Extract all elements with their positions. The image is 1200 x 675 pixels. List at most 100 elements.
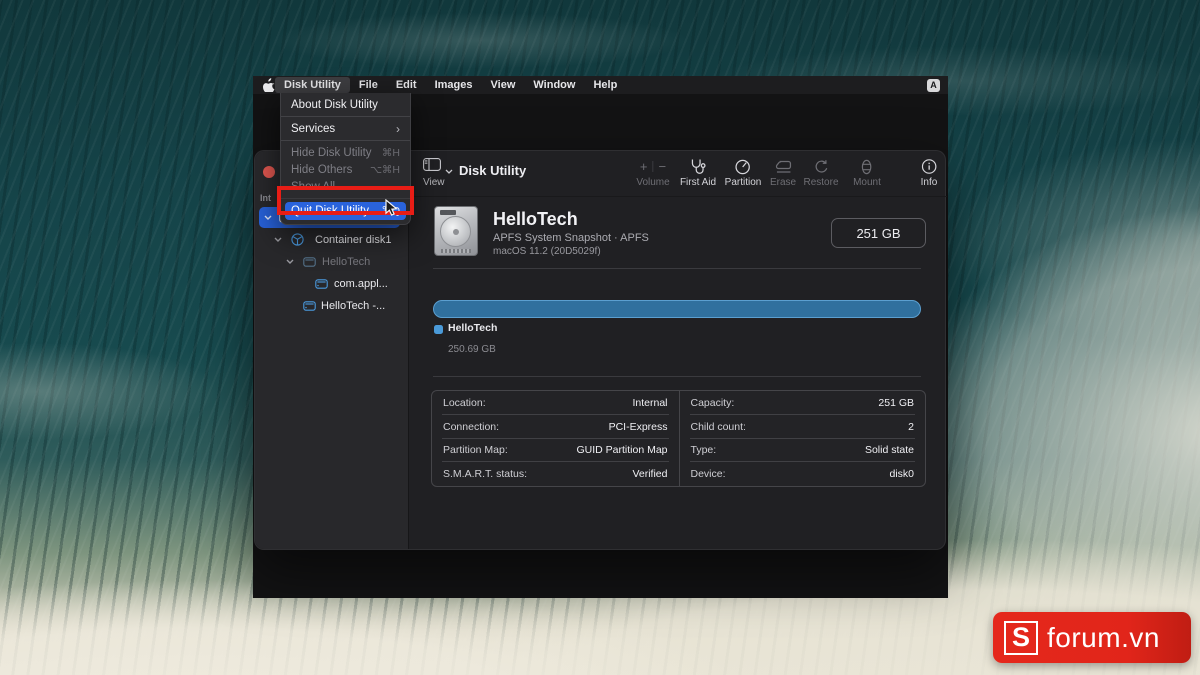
- view-button-label: View: [423, 177, 445, 188]
- hard-drive-image: [434, 206, 478, 256]
- sidebar-item-hellotech-data[interactable]: HelloTech -...: [259, 295, 400, 316]
- disk-details-table: Location: Internal Connection: PCI-Expre…: [431, 390, 926, 487]
- erase-button: Erase: [770, 158, 796, 188]
- menu-separator: [281, 116, 410, 117]
- remove-volume-icon: −: [658, 159, 667, 174]
- sidebar-section-label: Int: [260, 193, 271, 203]
- sforum-logo-icon: S: [1004, 620, 1038, 655]
- desktop-wallpaper: View Disk Utility + − Volume First Aid P…: [0, 0, 1200, 675]
- detail-label: Child count:: [690, 420, 746, 433]
- menu-item-label: Services: [291, 122, 336, 135]
- info-label: Info: [920, 177, 938, 188]
- sidebar-item-container-disk1[interactable]: Container disk1: [259, 229, 400, 250]
- sidebar-item-label: Container disk1: [315, 233, 392, 246]
- detail-label: Type:: [690, 444, 717, 457]
- menu-item-shortcut: ⌘H: [381, 146, 400, 159]
- content-separator-2: [433, 376, 921, 377]
- sidebar-item-com-apple[interactable]: com.appl...: [259, 273, 400, 294]
- menu-disk-utility[interactable]: Disk Utility: [275, 77, 350, 93]
- volume-button: + − Volume: [636, 158, 669, 188]
- restore-label: Restore: [803, 177, 839, 188]
- info-button[interactable]: Info: [920, 158, 938, 188]
- chevron-down-icon[interactable]: [264, 215, 272, 220]
- legend-volume-name: HelloTech: [448, 322, 498, 334]
- menu-item-hide-disk-utility: Hide Disk Utility ⌘H: [281, 144, 410, 161]
- detail-label: Connection:: [443, 420, 500, 433]
- details-right-column: Capacity: 251 GB Child count: 2 Type: So…: [678, 391, 926, 486]
- chevron-down-icon[interactable]: [274, 237, 282, 242]
- menu-item-hide-others: Hide Others ⌥⌘H: [281, 161, 410, 178]
- legend-swatch: [434, 325, 443, 334]
- menu-edit[interactable]: Edit: [387, 77, 426, 93]
- menu-item-shortcut: ⌥⌘H: [369, 163, 400, 176]
- sforum-watermark: S forum.vn: [993, 612, 1191, 663]
- window-title: Disk Utility: [459, 163, 527, 178]
- table-row: Type: Solid state: [680, 439, 926, 463]
- menu-images[interactable]: Images: [426, 77, 482, 93]
- sidebar-item-label: com.appl...: [334, 277, 388, 290]
- menu-file[interactable]: File: [350, 77, 387, 93]
- restore-button: Restore: [803, 158, 839, 188]
- detail-value: Solid state: [864, 444, 914, 457]
- size-badge: 251 GB: [831, 218, 926, 248]
- menu-help[interactable]: Help: [584, 77, 626, 93]
- detail-label: S.M.A.R.T. status:: [443, 468, 528, 481]
- volume-divider: [652, 161, 654, 172]
- detail-value: Verified: [632, 468, 668, 481]
- menu-window[interactable]: Window: [524, 77, 584, 93]
- first-aid-label: First Aid: [679, 177, 717, 188]
- detail-value: GUID Partition Map: [576, 444, 668, 457]
- table-row: Partition Map: GUID Partition Map: [432, 439, 679, 463]
- chevron-down-icon: [445, 161, 453, 179]
- input-source-badge: A: [927, 78, 940, 92]
- info-icon: [921, 158, 938, 175]
- sidebar-item-hellotech[interactable]: HelloTech: [259, 251, 400, 272]
- detail-label: Partition Map:: [443, 444, 508, 457]
- submenu-arrow-icon: ›: [396, 121, 400, 136]
- chevron-down-icon[interactable]: [286, 259, 294, 264]
- eraser-icon: [770, 158, 796, 175]
- menu-bar: Disk Utility File Edit Images View Windo…: [253, 76, 948, 94]
- content-separator: [433, 268, 921, 269]
- volume-subtitle: APFS System Snapshot · APFS: [493, 232, 649, 244]
- partition-label: Partition: [724, 177, 762, 188]
- sforum-initial: S: [1011, 622, 1030, 652]
- detail-value: disk0: [889, 468, 914, 481]
- storage-usage-bar: [433, 300, 921, 318]
- sidebar-item-label: HelloTech: [322, 255, 371, 268]
- sidebar-item-label: HelloTech -...: [321, 299, 386, 312]
- view-button[interactable]: [423, 158, 453, 179]
- menu-separator: [281, 140, 410, 141]
- erase-label: Erase: [769, 177, 797, 188]
- container-icon: [291, 233, 304, 246]
- volume-icon: [303, 256, 316, 267]
- menu-item-label: Hide Disk Utility: [291, 146, 372, 159]
- detail-label: Location:: [443, 396, 486, 409]
- close-window-button[interactable]: [263, 166, 275, 178]
- table-row: Location: Internal: [432, 391, 679, 415]
- table-row: Child count: 2: [680, 415, 926, 439]
- toolbar-separator: [409, 196, 947, 197]
- mount-icon: [853, 158, 881, 175]
- menu-item-services[interactable]: Services ›: [281, 120, 410, 137]
- sforum-text: forum.vn: [1047, 621, 1160, 653]
- detail-value: 2: [908, 420, 914, 433]
- sidebar-panel-icon: [423, 158, 441, 176]
- detail-value: PCI-Express: [608, 420, 668, 433]
- partition-button[interactable]: Partition: [724, 158, 762, 188]
- volume-icon: [303, 300, 316, 311]
- table-row: Connection: PCI-Express: [432, 415, 679, 439]
- mount-button: Mount: [853, 158, 881, 188]
- volume-title: HelloTech: [493, 209, 578, 229]
- input-source-indicator[interactable]: A: [927, 78, 940, 92]
- mount-label: Mount: [853, 177, 881, 188]
- table-row: S.M.A.R.T. status: Verified: [432, 462, 679, 486]
- apple-menu-icon[interactable]: [263, 78, 275, 92]
- volume-os-version: macOS 11.2 (20D5029f): [493, 246, 601, 257]
- menu-view[interactable]: View: [482, 77, 525, 93]
- first-aid-button[interactable]: First Aid: [680, 158, 716, 188]
- add-volume-icon: +: [639, 159, 648, 174]
- details-left-column: Location: Internal Connection: PCI-Expre…: [432, 391, 679, 486]
- menu-item-about[interactable]: About Disk Utility: [281, 96, 410, 113]
- partition-pie-icon: [725, 158, 762, 175]
